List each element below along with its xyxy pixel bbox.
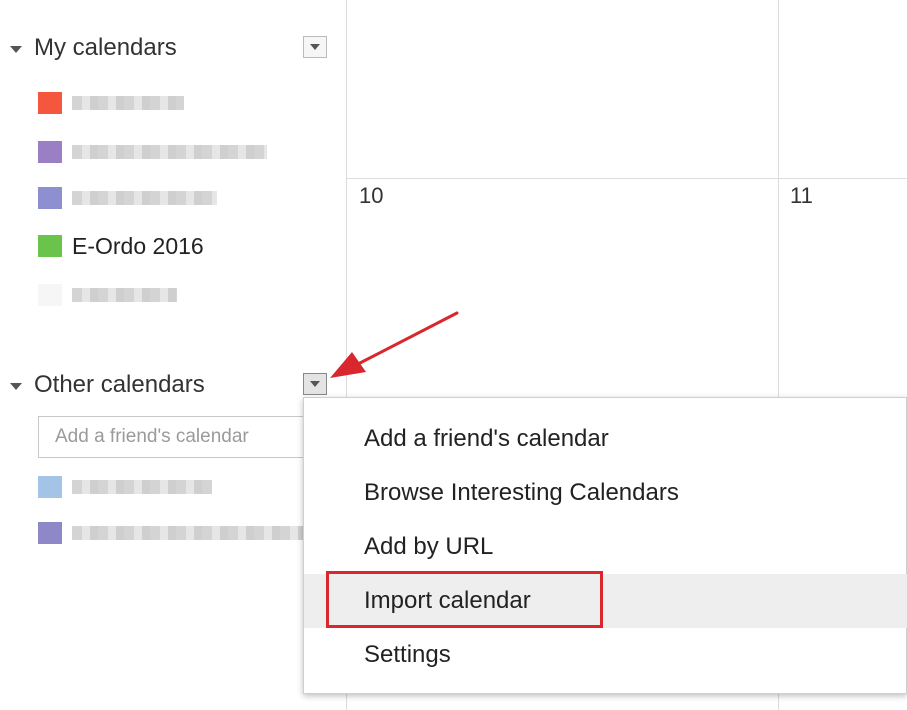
menu-item-label: Settings — [364, 641, 451, 668]
calendar-item[interactable] — [38, 90, 184, 116]
menu-item-add-friends-calendar[interactable]: Add a friend's calendar — [304, 412, 907, 466]
chevron-down-icon — [310, 381, 320, 387]
add-friend-calendar-input[interactable] — [38, 416, 306, 458]
collapse-caret-icon[interactable] — [10, 45, 22, 53]
calendar-item[interactable]: E-Ordo 2016 — [38, 233, 204, 259]
my-calendars-dropdown-button[interactable] — [303, 36, 327, 58]
other-calendars-title: Other calendars — [34, 371, 205, 398]
calendar-color-swatch[interactable] — [38, 476, 62, 498]
calendar-color-swatch[interactable] — [38, 235, 62, 257]
calendar-color-swatch[interactable] — [38, 284, 62, 306]
calendar-item[interactable] — [38, 520, 342, 546]
menu-item-label: Import calendar — [364, 587, 531, 614]
day-number-11[interactable]: 11 — [790, 183, 813, 209]
redacted-calendar-name — [72, 480, 212, 494]
calendar-color-swatch[interactable] — [38, 522, 62, 544]
other-calendars-dropdown-button[interactable] — [303, 373, 327, 395]
calendar-color-swatch[interactable] — [38, 141, 62, 163]
redacted-calendar-name — [72, 288, 177, 302]
grid-line-horizontal — [346, 178, 907, 179]
menu-item-label: Browse Interesting Calendars — [364, 479, 679, 506]
other-calendars-header[interactable]: Other calendars — [10, 369, 205, 401]
menu-item-label: Add by URL — [364, 533, 494, 560]
redacted-calendar-name — [72, 191, 217, 205]
sidebar: My calendars E-Ordo 2016 Other calendars — [0, 0, 345, 710]
calendar-item[interactable] — [38, 282, 177, 308]
calendar-name: E-Ordo 2016 — [72, 232, 204, 259]
calendar-color-swatch[interactable] — [38, 92, 62, 114]
my-calendars-header[interactable]: My calendars — [10, 32, 177, 64]
redacted-calendar-name — [72, 526, 342, 540]
day-number-10[interactable]: 10 — [359, 183, 383, 209]
calendar-item[interactable] — [38, 474, 212, 500]
my-calendars-title: My calendars — [34, 34, 177, 61]
menu-item-browse-interesting-calendars[interactable]: Browse Interesting Calendars — [304, 466, 907, 520]
menu-item-import-calendar[interactable]: Import calendar — [304, 574, 907, 628]
calendar-item[interactable] — [38, 139, 267, 165]
menu-item-label: Add a friend's calendar — [364, 425, 609, 452]
redacted-calendar-name — [72, 145, 267, 159]
chevron-down-icon — [310, 44, 320, 50]
menu-item-settings[interactable]: Settings — [304, 628, 907, 682]
calendar-color-swatch[interactable] — [38, 187, 62, 209]
other-calendars-menu: Add a friend's calendar Browse Interesti… — [303, 397, 907, 694]
menu-item-add-by-url[interactable]: Add by URL — [304, 520, 907, 574]
calendar-item[interactable] — [38, 185, 217, 211]
redacted-calendar-name — [72, 96, 184, 110]
collapse-caret-icon[interactable] — [10, 382, 22, 390]
